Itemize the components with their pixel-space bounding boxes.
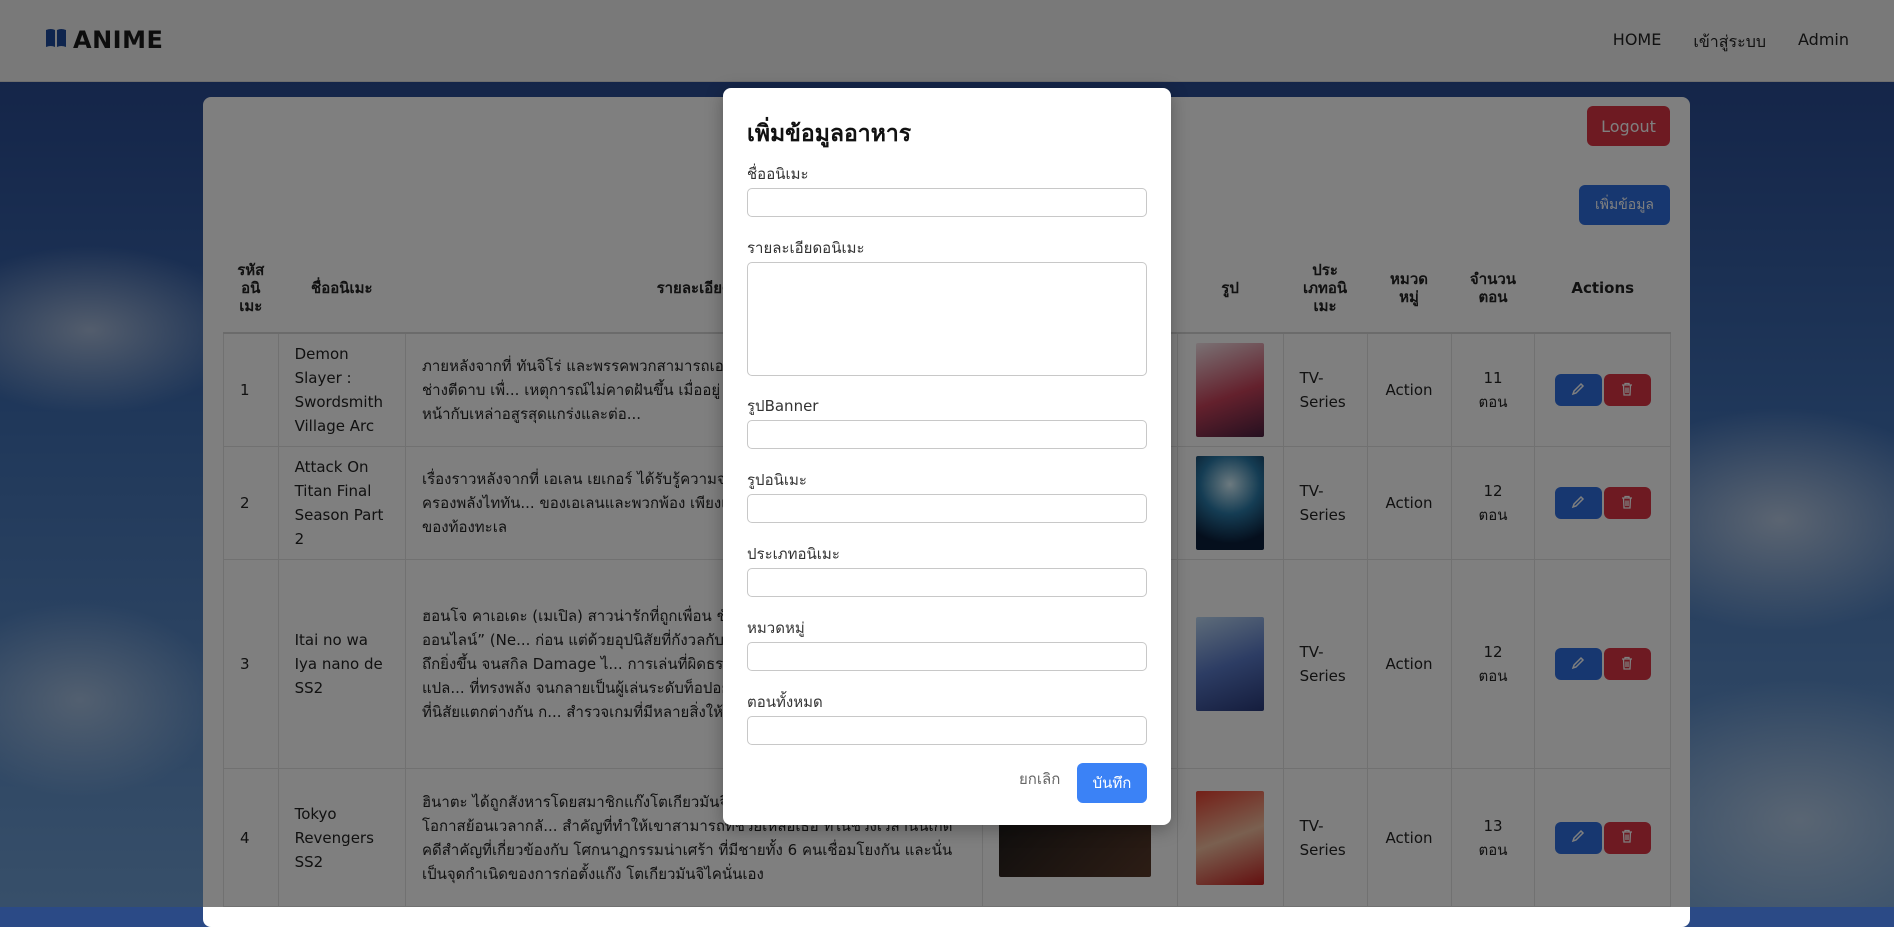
banner-input[interactable] (747, 420, 1147, 449)
anime-detail-textarea[interactable] (747, 262, 1147, 376)
save-button[interactable]: บันทึก (1077, 763, 1147, 803)
add-anime-modal: เพิ่มข้อมูลอาหาร ชื่ออนิเมะ รายละเอียดอน… (723, 88, 1171, 825)
label-anime-image: รูปอนิเมะ (747, 471, 807, 489)
label-banner: รูปBanner (747, 397, 819, 415)
label-anime-name: ชื่ออนิเมะ (747, 165, 809, 183)
anime-type-input[interactable] (747, 568, 1147, 597)
anime-image-input[interactable] (747, 494, 1147, 523)
label-anime-detail: รายละเอียดอนิเมะ (747, 239, 865, 257)
anime-name-input[interactable] (747, 188, 1147, 217)
episodes-input[interactable] (747, 716, 1147, 745)
label-episodes: ตอนทั้งหมด (747, 693, 823, 711)
category-input[interactable] (747, 642, 1147, 671)
label-anime-type: ประเภทอนิเมะ (747, 545, 840, 563)
cancel-button[interactable]: ยกเลิก (1013, 766, 1066, 792)
label-category: หมวดหมู่ (747, 619, 805, 637)
modal-title: เพิ่มข้อมูลอาหาร (747, 121, 912, 147)
